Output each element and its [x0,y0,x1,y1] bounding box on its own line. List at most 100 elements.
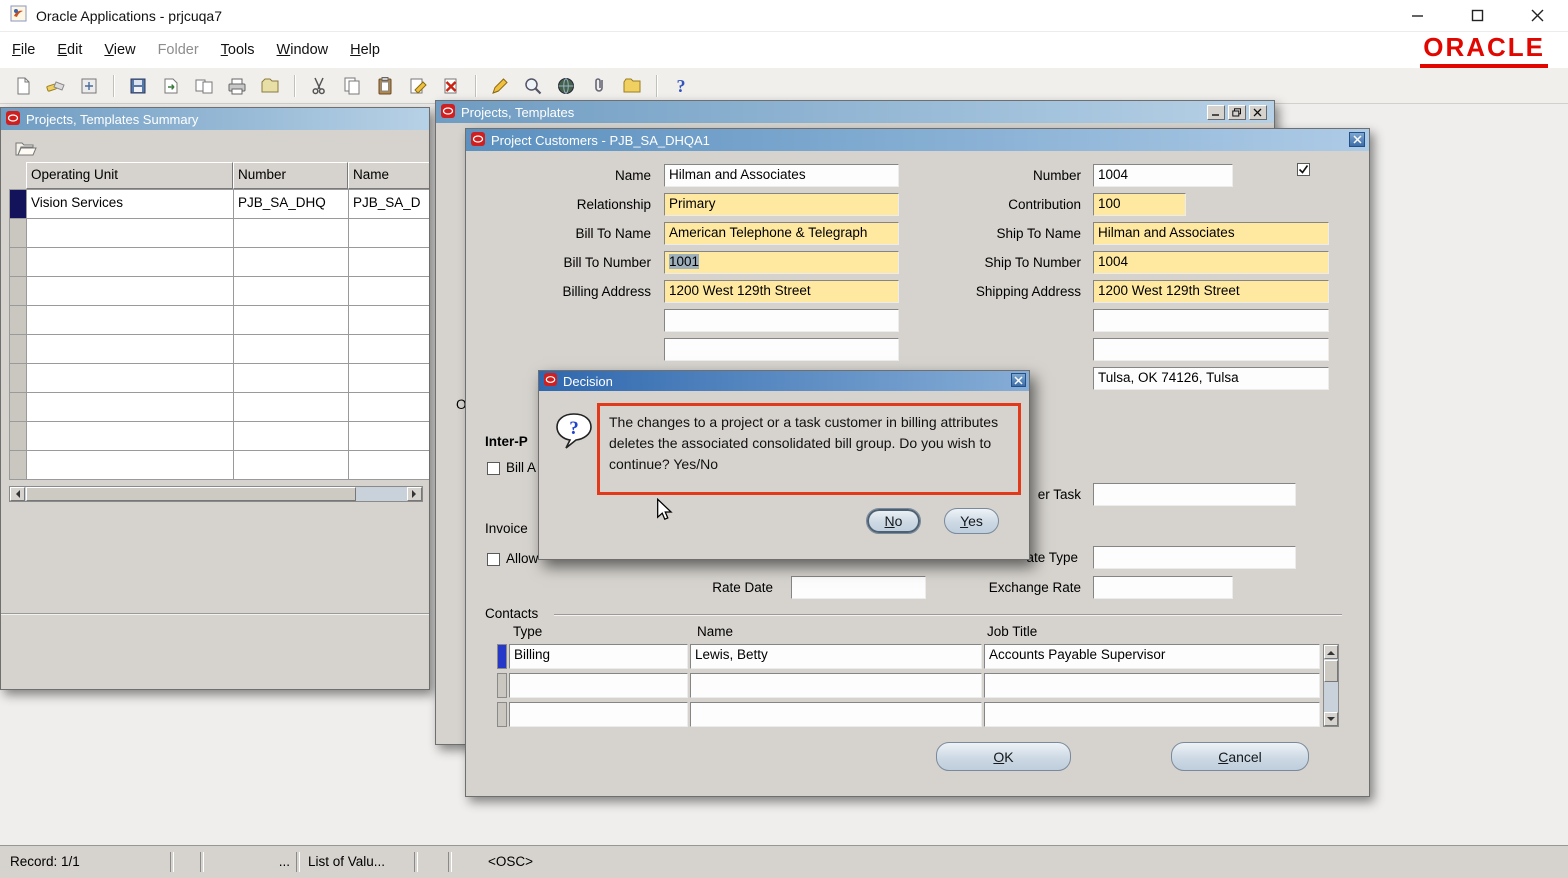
menu-item-file[interactable]: File [12,42,35,58]
scroll-down-button[interactable] [1324,712,1338,726]
contribution-field[interactable]: 100 [1093,193,1186,216]
table-cell[interactable] [234,248,349,277]
ship-to-name-field[interactable]: Hilman and Associates [1093,222,1329,245]
menu-item-help[interactable]: Help [350,42,380,58]
scroll-up-button[interactable] [1324,645,1338,659]
contact-name-field[interactable]: Lewis, Betty [690,644,982,669]
record-indicator[interactable] [10,393,27,422]
maximize-button[interactable] [1466,5,1488,27]
record-indicator[interactable] [10,335,27,364]
record-indicator[interactable] [10,277,27,306]
clear-record-icon[interactable] [405,73,431,99]
menu-item-window[interactable]: Window [277,42,329,58]
attachments-icon[interactable] [586,73,612,99]
table-cell[interactable] [234,219,349,248]
navigator-icon[interactable] [76,73,102,99]
scroll-right-button[interactable] [407,487,422,501]
folder-tools-icon[interactable] [619,73,645,99]
paste-icon[interactable] [372,73,398,99]
bill-another-checkbox[interactable] [487,462,500,475]
menu-item-folder[interactable]: Folder [158,42,199,58]
save-icon[interactable] [125,73,151,99]
table-cell[interactable] [349,277,429,306]
table-cell[interactable] [234,306,349,335]
task-field[interactable] [1093,483,1296,506]
table-cell[interactable] [349,335,429,364]
close-button[interactable] [1249,104,1267,120]
shipping-address-line3-field[interactable] [1093,338,1329,361]
exchange-rate-field[interactable] [1093,576,1233,599]
record-indicator[interactable] [10,422,27,451]
window-titlebar[interactable]: Projects, Templates Summary [1,108,429,130]
translations-icon[interactable] [553,73,579,99]
table-cell[interactable] [349,306,429,335]
table-cell-operating-unit[interactable]: Vision Services [27,190,234,219]
menu-item-edit[interactable]: Edit [57,42,82,58]
table-cell[interactable] [234,422,349,451]
scroll-left-button[interactable] [10,487,25,501]
table-cell-number[interactable]: PJB_SA_DHQ [234,190,349,219]
contact-name-field[interactable] [690,673,982,698]
help-icon[interactable]: ? [668,73,694,99]
table-cell[interactable] [27,451,234,480]
window-titlebar[interactable]: Projects, Templates [436,101,1274,123]
contacts-vscrollbar[interactable] [1323,644,1339,727]
table-cell[interactable] [349,422,429,451]
table-cell[interactable] [27,393,234,422]
table-cell[interactable] [27,422,234,451]
relationship-field[interactable]: Primary [664,193,899,216]
bill-to-name-field[interactable]: American Telephone & Telegraph [664,222,899,245]
find-icon[interactable] [43,73,69,99]
name-field[interactable]: Hilman and Associates [664,164,899,187]
table-cell[interactable] [234,451,349,480]
table-cell[interactable] [234,393,349,422]
table-cell[interactable] [234,364,349,393]
os-titlebar[interactable]: Oracle Applications - prjcuqa7 [0,0,1568,32]
yes-button[interactable]: Yes [944,508,999,534]
restore-button[interactable] [1228,104,1246,120]
table-cell[interactable] [27,335,234,364]
billing-address-line3-field[interactable] [664,338,899,361]
scroll-thumb[interactable] [1324,660,1338,682]
table-cell[interactable] [27,277,234,306]
zoom-icon[interactable] [520,73,546,99]
billing-address-field[interactable]: 1200 West 129th Street [664,280,899,303]
menu-item-view[interactable]: View [104,42,135,58]
record-indicator[interactable] [10,248,27,277]
cancel-button[interactable]: Cancel [1171,742,1309,771]
dialog-titlebar[interactable]: Decision [539,371,1029,391]
contact-type-field[interactable] [509,702,688,727]
table-cell-name[interactable]: PJB_SA_D [349,190,429,219]
bill-to-number-field[interactable]: 1001 [664,251,899,274]
record-indicator[interactable] [497,644,507,669]
record-indicator[interactable] [497,702,507,727]
print-icon[interactable] [224,73,250,99]
shipping-address-line2-field[interactable] [1093,309,1329,332]
record-indicator[interactable] [10,219,27,248]
table-cell[interactable] [27,219,234,248]
active-checkbox[interactable] [1297,163,1310,176]
contact-type-field[interactable]: Billing [509,644,688,669]
shipping-address-field[interactable]: 1200 West 129th Street [1093,280,1329,303]
contact-name-field[interactable] [690,702,982,727]
ok-button[interactable]: OK [936,742,1071,771]
dialog-close-icon[interactable] [1011,373,1026,387]
delete-record-icon[interactable] [438,73,464,99]
table-cell[interactable] [27,364,234,393]
window-titlebar[interactable]: Project Customers - PJB_SA_DHQA1 [466,129,1369,151]
table-cell[interactable] [349,364,429,393]
record-indicator[interactable] [10,190,27,219]
open-folder-icon[interactable] [13,135,39,161]
edit-field-icon[interactable] [487,73,513,99]
table-cell[interactable] [349,393,429,422]
close-form-icon[interactable] [257,73,283,99]
record-indicator[interactable] [10,364,27,393]
contact-job-title-field[interactable]: Accounts Payable Supervisor [984,644,1320,669]
shipping-city-field[interactable]: Tulsa, OK 74126, Tulsa [1093,367,1329,390]
allow-checkbox[interactable] [487,553,500,566]
scroll-thumb[interactable] [26,487,356,501]
summary-hscrollbar[interactable] [9,486,423,502]
contact-job-title-field[interactable] [984,702,1320,727]
table-cell[interactable] [27,248,234,277]
cut-icon[interactable] [306,73,332,99]
